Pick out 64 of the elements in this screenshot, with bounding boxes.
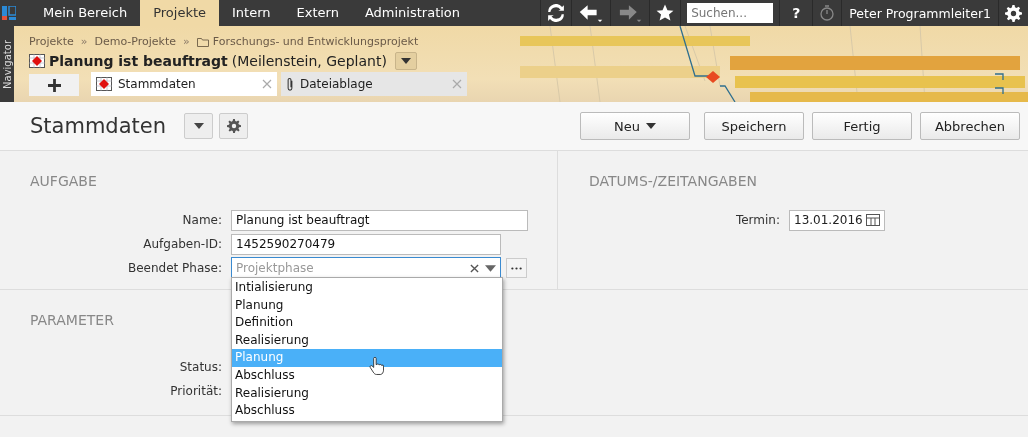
text-field[interactable]: 1452590270479 — [231, 233, 501, 255]
section-heading: PARAMETER — [29, 312, 114, 328]
connector-line — [679, 26, 711, 77]
menu-tab[interactable]: Administration — [351, 0, 474, 26]
hand-cursor-icon — [369, 357, 384, 376]
clear-icon[interactable] — [470, 263, 479, 273]
field-label: Name: — [181, 213, 222, 227]
caret-icon — [646, 123, 656, 129]
action-button[interactable]: Abbrechen — [920, 112, 1020, 140]
connector-line — [719, 85, 736, 102]
milestone-icon — [96, 77, 112, 91]
dropdown-option[interactable]: Realisierung — [232, 331, 502, 350]
caret-icon[interactable] — [485, 264, 496, 272]
folder-icon — [196, 36, 209, 47]
dropdown-option[interactable]: Intialisierung — [232, 279, 502, 297]
milestone-icon — [29, 54, 45, 68]
action-button[interactable]: Fertig — [812, 112, 912, 140]
app-logo-icon[interactable] — [2, 6, 16, 20]
field-label: Termin: — [734, 213, 780, 227]
menu-tab[interactable]: Extern — [283, 0, 352, 26]
breadcrumb-separator: » — [80, 35, 88, 48]
breadcrumb-link[interactable]: Projekte — [29, 35, 74, 48]
breadcrumb-separator: » — [183, 35, 190, 48]
caret-icon — [193, 123, 204, 129]
calendar-icon[interactable] — [866, 214, 880, 226]
settings-button[interactable] — [219, 113, 248, 139]
field-label: Priorität: — [169, 384, 222, 398]
ellipsis-icon — [511, 266, 522, 270]
tab[interactable]: Dateiablage — [281, 72, 467, 96]
item-title: Planung ist beauftragt — [49, 53, 228, 69]
dropdown-option[interactable]: Planung — [232, 296, 502, 315]
plus-icon — [47, 78, 61, 92]
dropdown-option[interactable]: Abschluss — [232, 402, 502, 420]
text-field[interactable]: Planung ist beauftragt — [231, 209, 528, 231]
menu-tab[interactable]: Projekte — [140, 0, 220, 26]
search-field[interactable]: Suchen... — [687, 3, 774, 23]
dropdown-option[interactable]: Definition — [232, 314, 502, 332]
dropdown-option[interactable]: Abschluss — [232, 366, 502, 385]
dropdown-option[interactable]: Realisierung — [232, 384, 502, 403]
action-button[interactable]: Neu — [580, 112, 690, 140]
settings-icon — [226, 119, 241, 133]
action-button[interactable]: Speichern — [704, 112, 804, 140]
paperclip-icon — [286, 76, 294, 92]
tab[interactable]: Stammdaten — [91, 72, 277, 96]
menu-tab[interactable]: Mein Bereich — [30, 0, 141, 26]
caret-icon — [400, 58, 411, 64]
connector-line — [994, 73, 1004, 81]
section-heading: AUFGABE — [29, 173, 97, 189]
view-menu-button[interactable] — [184, 113, 213, 139]
connector-line — [994, 87, 1004, 95]
field-label: Status: — [178, 360, 222, 374]
item-type-status: (Meilenstein, Geplant) — [231, 53, 387, 69]
field-label: Beendet Phase: — [127, 261, 222, 275]
add-tab-button[interactable] — [29, 74, 79, 96]
menu-tab[interactable]: Intern — [219, 0, 284, 26]
section-heading: DATUMS-/ZEITANGABEN — [588, 173, 757, 189]
navigator-tab[interactable]: Navigator — [0, 26, 14, 102]
page-title: Stammdaten — [30, 114, 166, 138]
breadcrumb-link[interactable]: Forschungs- und Entwicklungsprojekt — [212, 35, 419, 48]
field-label: Aufgaben-ID: — [142, 237, 222, 251]
date-field[interactable]: 13.01.2016 — [789, 209, 885, 231]
breadcrumb-link[interactable]: Demo-Projekte — [94, 35, 177, 48]
title-menu-button[interactable] — [394, 52, 417, 70]
milestone-marker — [706, 71, 720, 83]
